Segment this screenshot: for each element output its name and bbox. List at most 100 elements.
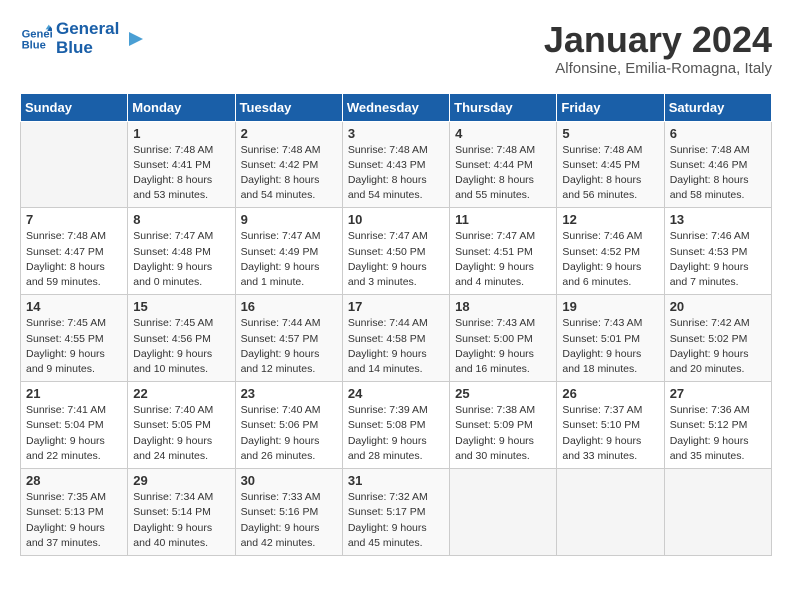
- calendar-cell: 8Sunrise: 7:47 AM Sunset: 4:48 PM Daylig…: [128, 208, 235, 295]
- logo-arrow-icon: [123, 28, 145, 50]
- calendar-cell: 9 Sunrise: 7:47 AM Sunset: 4:49 PM Daylig…: [235, 208, 342, 295]
- calendar-cell: 11 Sunrise: 7:47 AM Sunset: 4:51 PM Dayli…: [450, 208, 557, 295]
- day-info: Sunrise: 7:47 AM Sunset: 4:50 PM Dayligh…: [348, 229, 444, 290]
- calendar-cell: 27Sunrise: 7:36 AM Sunset: 5:12 PM Dayli…: [664, 382, 771, 469]
- day-number: 11: [455, 212, 551, 227]
- logo-line1: General: [56, 20, 119, 39]
- day-number: 25: [455, 386, 551, 401]
- calendar-header: SundayMondayTuesdayWednesdayThursdayFrid…: [21, 93, 772, 121]
- day-info: Sunrise: 7:36 AM Sunset: 5:12 PM Dayligh…: [670, 403, 766, 464]
- calendar-cell: 29 Sunrise: 7:34 AM Sunset: 5:14 PM Dayli…: [128, 469, 235, 556]
- day-info: Sunrise: 7:47 AM Sunset: 4:51 PM Dayligh…: [455, 229, 551, 290]
- weekday-header: Thursday: [450, 93, 557, 121]
- calendar-cell: 14 Sunrise: 7:45 AM Sunset: 4:55 PM Dayli…: [21, 295, 128, 382]
- calendar-cell: 28 Sunrise: 7:35 AM Sunset: 5:13 PM Dayli…: [21, 469, 128, 556]
- calendar-cell: 1 Sunrise: 7:48 AM Sunset: 4:41 PM Daylig…: [128, 121, 235, 208]
- day-info: Sunrise: 7:43 AM Sunset: 5:01 PM Dayligh…: [562, 316, 658, 377]
- calendar-cell: 30 Sunrise: 7:33 AM Sunset: 5:16 PM Dayli…: [235, 469, 342, 556]
- day-info: Sunrise: 7:33 AM Sunset: 5:16 PM Dayligh…: [241, 490, 337, 551]
- day-number: 20: [670, 299, 766, 314]
- day-info: Sunrise: 7:44 AM Sunset: 4:57 PM Dayligh…: [241, 316, 337, 377]
- logo-icon: General Blue: [20, 23, 52, 55]
- day-number: 29: [133, 473, 229, 488]
- day-info: Sunrise: 7:48 AM Sunset: 4:42 PM Dayligh…: [241, 143, 337, 204]
- day-info: Sunrise: 7:42 AM Sunset: 5:02 PM Dayligh…: [670, 316, 766, 377]
- header-row: SundayMondayTuesdayWednesdayThursdayFrid…: [21, 93, 772, 121]
- day-number: 1: [133, 126, 229, 141]
- calendar-week-row: 1 Sunrise: 7:48 AM Sunset: 4:41 PM Daylig…: [21, 121, 772, 208]
- day-number: 28: [26, 473, 122, 488]
- title-section: January 2024 Alfonsine, Emilia-Romagna, …: [544, 20, 772, 77]
- page-header: General Blue General Blue January 2024 A…: [20, 20, 772, 77]
- calendar-table: SundayMondayTuesdayWednesdayThursdayFrid…: [20, 93, 772, 556]
- calendar-week-row: 28 Sunrise: 7:35 AM Sunset: 5:13 PM Dayli…: [21, 469, 772, 556]
- weekday-header: Wednesday: [342, 93, 449, 121]
- day-info: Sunrise: 7:45 AM Sunset: 4:56 PM Dayligh…: [133, 316, 229, 377]
- day-info: Sunrise: 7:46 AM Sunset: 4:52 PM Dayligh…: [562, 229, 658, 290]
- day-number: 12: [562, 212, 658, 227]
- calendar-cell: 26Sunrise: 7:37 AM Sunset: 5:10 PM Dayli…: [557, 382, 664, 469]
- day-info: Sunrise: 7:39 AM Sunset: 5:08 PM Dayligh…: [348, 403, 444, 464]
- day-info: Sunrise: 7:46 AM Sunset: 4:53 PM Dayligh…: [670, 229, 766, 290]
- calendar-cell: 15 Sunrise: 7:45 AM Sunset: 4:56 PM Dayli…: [128, 295, 235, 382]
- day-number: 2: [241, 126, 337, 141]
- day-number: 3: [348, 126, 444, 141]
- calendar-week-row: 7Sunrise: 7:48 AM Sunset: 4:47 PM Daylig…: [21, 208, 772, 295]
- day-number: 9: [241, 212, 337, 227]
- day-number: 4: [455, 126, 551, 141]
- calendar-cell: 21Sunrise: 7:41 AM Sunset: 5:04 PM Dayli…: [21, 382, 128, 469]
- calendar-cell: 12 Sunrise: 7:46 AM Sunset: 4:52 PM Dayli…: [557, 208, 664, 295]
- calendar-cell: 10 Sunrise: 7:47 AM Sunset: 4:50 PM Dayli…: [342, 208, 449, 295]
- day-number: 19: [562, 299, 658, 314]
- day-info: Sunrise: 7:48 AM Sunset: 4:43 PM Dayligh…: [348, 143, 444, 204]
- day-number: 15: [133, 299, 229, 314]
- calendar-cell: 24Sunrise: 7:39 AM Sunset: 5:08 PM Dayli…: [342, 382, 449, 469]
- weekday-header: Saturday: [664, 93, 771, 121]
- calendar-cell: [21, 121, 128, 208]
- calendar-cell: 19 Sunrise: 7:43 AM Sunset: 5:01 PM Dayli…: [557, 295, 664, 382]
- calendar-cell: [557, 469, 664, 556]
- day-info: Sunrise: 7:47 AM Sunset: 4:49 PM Dayligh…: [241, 229, 337, 290]
- day-info: Sunrise: 7:47 AM Sunset: 4:48 PM Dayligh…: [133, 229, 229, 290]
- calendar-cell: 3 Sunrise: 7:48 AM Sunset: 4:43 PM Daylig…: [342, 121, 449, 208]
- day-info: Sunrise: 7:32 AM Sunset: 5:17 PM Dayligh…: [348, 490, 444, 551]
- day-number: 30: [241, 473, 337, 488]
- svg-text:Blue: Blue: [22, 39, 46, 51]
- svg-text:General: General: [22, 28, 52, 40]
- day-info: Sunrise: 7:48 AM Sunset: 4:44 PM Dayligh…: [455, 143, 551, 204]
- day-info: Sunrise: 7:43 AM Sunset: 5:00 PM Dayligh…: [455, 316, 551, 377]
- calendar-cell: 20 Sunrise: 7:42 AM Sunset: 5:02 PM Dayli…: [664, 295, 771, 382]
- calendar-cell: 31Sunrise: 7:32 AM Sunset: 5:17 PM Dayli…: [342, 469, 449, 556]
- calendar-cell: 23Sunrise: 7:40 AM Sunset: 5:06 PM Dayli…: [235, 382, 342, 469]
- weekday-header: Tuesday: [235, 93, 342, 121]
- day-number: 17: [348, 299, 444, 314]
- day-info: Sunrise: 7:45 AM Sunset: 4:55 PM Dayligh…: [26, 316, 122, 377]
- weekday-header: Friday: [557, 93, 664, 121]
- calendar-cell: 13 Sunrise: 7:46 AM Sunset: 4:53 PM Dayli…: [664, 208, 771, 295]
- calendar-cell: 7Sunrise: 7:48 AM Sunset: 4:47 PM Daylig…: [21, 208, 128, 295]
- day-number: 5: [562, 126, 658, 141]
- calendar-cell: 2 Sunrise: 7:48 AM Sunset: 4:42 PM Daylig…: [235, 121, 342, 208]
- weekday-header: Monday: [128, 93, 235, 121]
- calendar-cell: 4 Sunrise: 7:48 AM Sunset: 4:44 PM Daylig…: [450, 121, 557, 208]
- day-number: 16: [241, 299, 337, 314]
- calendar-cell: [664, 469, 771, 556]
- day-number: 10: [348, 212, 444, 227]
- calendar-cell: 22Sunrise: 7:40 AM Sunset: 5:05 PM Dayli…: [128, 382, 235, 469]
- calendar-cell: 5 Sunrise: 7:48 AM Sunset: 4:45 PM Daylig…: [557, 121, 664, 208]
- weekday-header: Sunday: [21, 93, 128, 121]
- day-number: 26: [562, 386, 658, 401]
- day-info: Sunrise: 7:44 AM Sunset: 4:58 PM Dayligh…: [348, 316, 444, 377]
- day-info: Sunrise: 7:34 AM Sunset: 5:14 PM Dayligh…: [133, 490, 229, 551]
- calendar-cell: 16 Sunrise: 7:44 AM Sunset: 4:57 PM Dayli…: [235, 295, 342, 382]
- day-info: Sunrise: 7:41 AM Sunset: 5:04 PM Dayligh…: [26, 403, 122, 464]
- day-info: Sunrise: 7:35 AM Sunset: 5:13 PM Dayligh…: [26, 490, 122, 551]
- calendar-week-row: 21Sunrise: 7:41 AM Sunset: 5:04 PM Dayli…: [21, 382, 772, 469]
- day-number: 13: [670, 212, 766, 227]
- day-info: Sunrise: 7:48 AM Sunset: 4:45 PM Dayligh…: [562, 143, 658, 204]
- day-number: 6: [670, 126, 766, 141]
- day-info: Sunrise: 7:40 AM Sunset: 5:06 PM Dayligh…: [241, 403, 337, 464]
- day-info: Sunrise: 7:48 AM Sunset: 4:41 PM Dayligh…: [133, 143, 229, 204]
- calendar-cell: 6Sunrise: 7:48 AM Sunset: 4:46 PM Daylig…: [664, 121, 771, 208]
- day-number: 14: [26, 299, 122, 314]
